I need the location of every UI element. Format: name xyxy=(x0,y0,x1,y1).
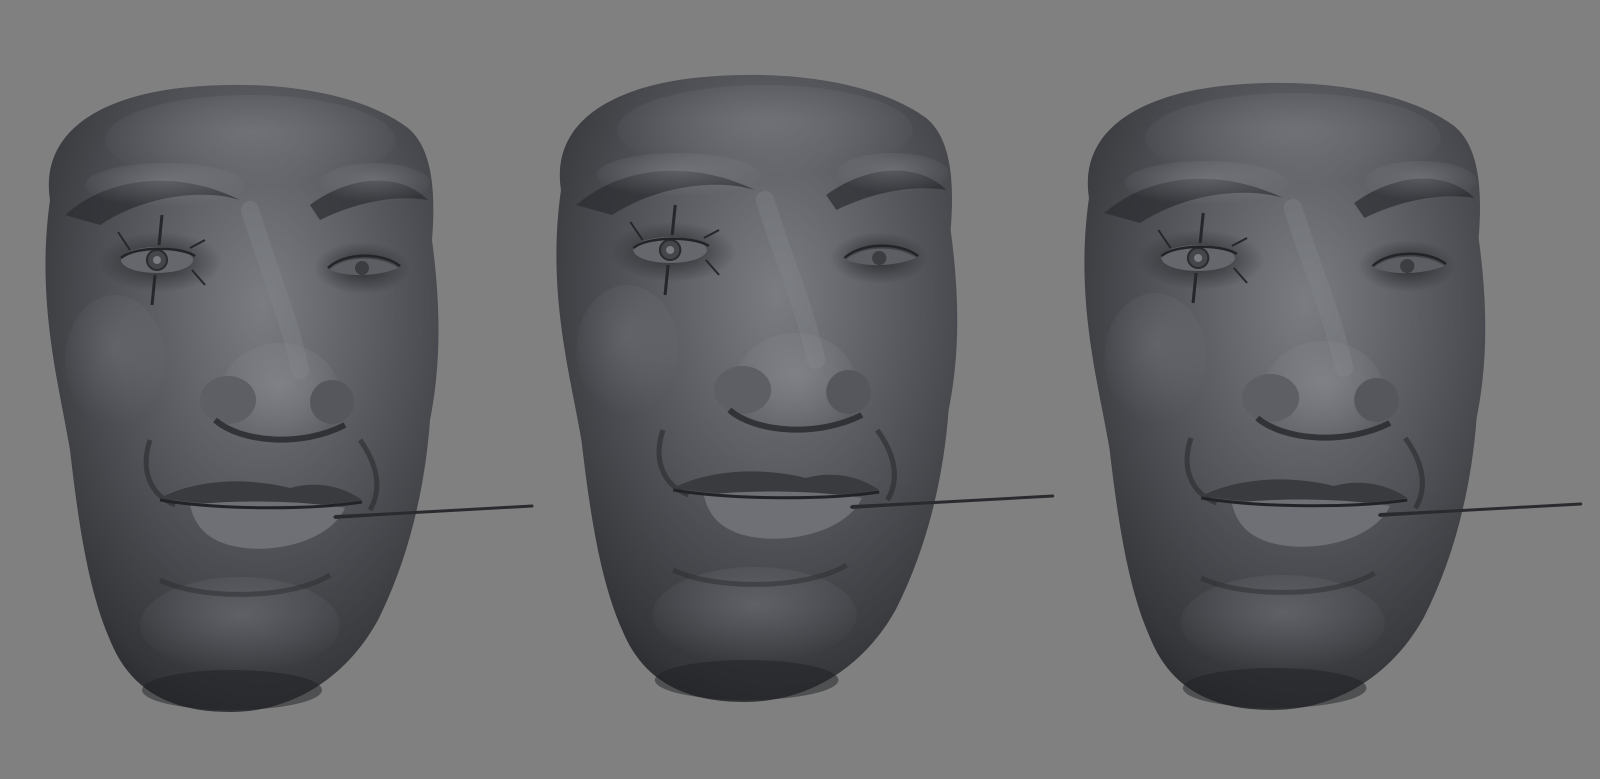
sculpt-viewport xyxy=(0,0,1600,779)
sculpt-render xyxy=(0,0,1600,779)
